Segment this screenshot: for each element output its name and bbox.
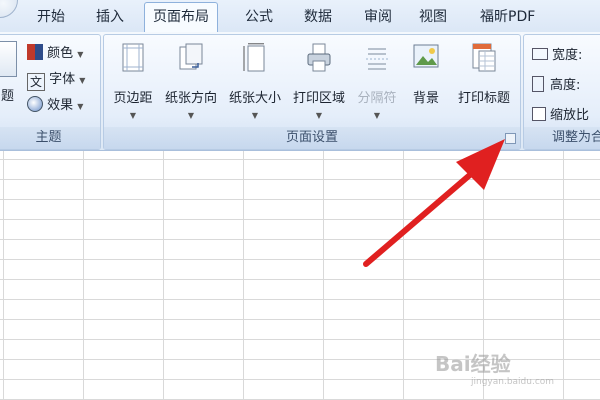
red-arrow-annotation [363, 139, 505, 267]
watermark: Bai经验 jingyan.baidu.com [435, 352, 555, 387]
